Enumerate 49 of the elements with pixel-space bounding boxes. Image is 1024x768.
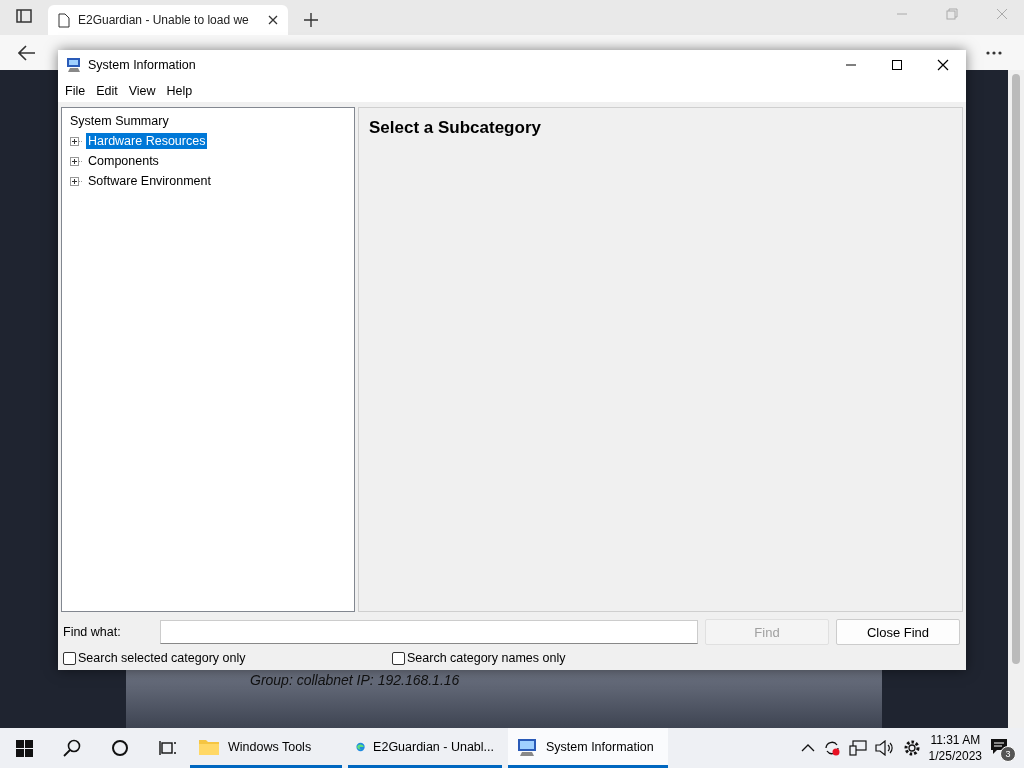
checkbox[interactable] <box>63 651 76 665</box>
window-title: System Information <box>88 58 197 72</box>
network-icon[interactable] <box>848 740 867 756</box>
back-arrow-icon[interactable] <box>18 44 36 61</box>
notification-badge: 3 <box>1000 746 1016 762</box>
page-icon <box>58 12 70 28</box>
tree-item[interactable]: Components <box>86 153 161 169</box>
taskbar-button[interactable]: System Information <box>508 728 668 768</box>
clock-date: 1/25/2023 <box>928 748 982 764</box>
close-icon[interactable] <box>268 15 278 25</box>
plus-box-icon[interactable] <box>70 136 83 146</box>
close-find-button[interactable]: Close Find <box>836 619 960 645</box>
checkbox-label: Search category names only <box>407 651 566 665</box>
page-text: Group: collabnet IP: 192.168.1.16 <box>250 672 460 688</box>
sync-icon[interactable] <box>822 739 841 757</box>
find-field[interactable] <box>160 620 698 644</box>
tree-item[interactable]: Software Environment <box>86 173 213 189</box>
plus-box-icon[interactable] <box>70 156 83 166</box>
more-icon[interactable] <box>986 50 1002 55</box>
menu-item[interactable]: Help <box>161 82 199 100</box>
tab-title: E2Guardian - Unable to load we <box>78 13 250 27</box>
menu-item[interactable]: View <box>123 82 162 100</box>
computer-icon <box>66 57 82 73</box>
plus-icon[interactable] <box>304 13 318 27</box>
tree-item[interactable]: System Summary <box>68 113 171 129</box>
folder-icon <box>198 737 220 756</box>
circle-icon[interactable] <box>111 739 129 757</box>
windows-icon <box>15 739 33 757</box>
checkbox-label: Search selected category only <box>78 651 246 665</box>
settings-icon[interactable] <box>902 739 921 757</box>
browser-tab[interactable]: E2Guardian - Unable to load we <box>48 5 288 35</box>
speaker-icon[interactable] <box>874 740 895 756</box>
computer-icon <box>516 736 538 757</box>
taskbar-button[interactable]: E2Guardian - Unabl... <box>348 728 502 768</box>
sidebar-icon[interactable] <box>16 9 32 23</box>
find-label: Find what: <box>63 625 122 639</box>
clock[interactable]: 11:31 AM 1/25/2023 <box>928 732 982 764</box>
clock-time: 11:31 AM <box>930 732 981 748</box>
plus-box-icon[interactable] <box>70 176 83 186</box>
menu-item[interactable]: File <box>60 82 92 100</box>
pane-heading: Select a Subcategory <box>369 118 542 138</box>
search-icon[interactable] <box>63 739 81 757</box>
scrollbar[interactable] <box>1008 70 1024 728</box>
taskbar-button[interactable]: Windows Tools <box>190 728 342 768</box>
chevron-up-icon[interactable] <box>800 744 815 752</box>
menu-item[interactable]: Edit <box>91 82 124 100</box>
task-view-icon[interactable] <box>159 740 177 756</box>
tree-item[interactable]: Hardware Resources <box>86 133 208 149</box>
checkbox[interactable] <box>392 651 405 665</box>
